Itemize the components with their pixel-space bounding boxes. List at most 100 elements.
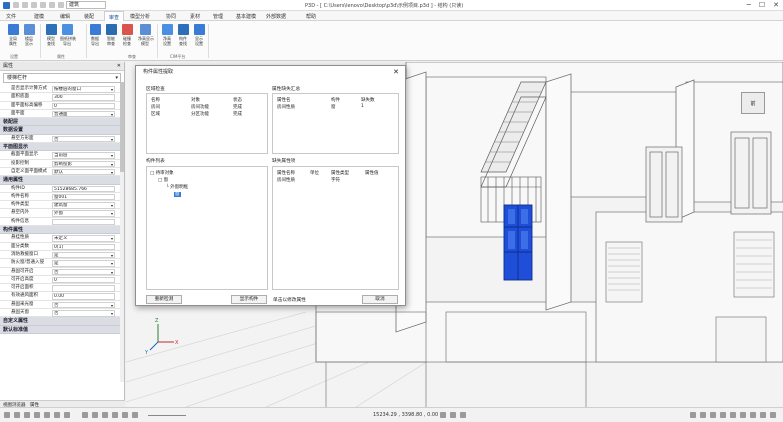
undo-icon[interactable] — [40, 2, 46, 8]
tree-leaf-selected[interactable]: 窗 — [174, 191, 181, 197]
recheck-button[interactable]: 重新检测 — [146, 295, 182, 304]
property-value-field[interactable]: 300 — [52, 94, 115, 101]
property-value-field[interactable]: 0.00 — [52, 293, 115, 300]
status-icon[interactable] — [690, 412, 696, 418]
status-icon[interactable] — [92, 412, 98, 418]
show-component-button[interactable]: 显示构件 — [231, 295, 267, 304]
table-cell[interactable]: 房间 — [151, 104, 160, 110]
minimize-button[interactable]: ─ — [747, 1, 751, 9]
property-value-field[interactable]: 0(1) — [52, 243, 115, 251]
status-icon[interactable] — [82, 412, 88, 418]
ribbon-button[interactable]: 数据 导出 — [88, 24, 102, 46]
tree-node-window[interactable]: □ 窗 — [158, 177, 168, 183]
table-cell[interactable]: 区域 — [151, 111, 160, 117]
menu-tab[interactable]: 帮助 — [306, 13, 316, 20]
ribbon-button[interactable]: 构件 查找 — [176, 24, 190, 46]
property-value-field[interactable]: 51528685.766 — [52, 185, 115, 193]
redo-icon[interactable] — [49, 2, 55, 8]
property-dropdown[interactable]: 否 — [52, 135, 115, 143]
status-icon[interactable] — [450, 412, 456, 418]
menu-tab[interactable]: 素材 — [190, 13, 200, 20]
ribbon-button[interactable]: 显示 设置 — [192, 24, 206, 46]
status-icon[interactable] — [750, 412, 756, 418]
zoom-slider[interactable] — [148, 415, 186, 416]
property-dropdown[interactable]: 否 — [52, 301, 115, 309]
status-icon[interactable] — [54, 412, 60, 418]
menu-tab[interactable]: 协同 — [166, 13, 176, 20]
property-section-header[interactable]: 自定义属性 — [0, 317, 124, 326]
status-icon[interactable] — [740, 412, 746, 418]
table-cell[interactable]: 完成 — [233, 104, 242, 110]
status-icon[interactable] — [770, 412, 776, 418]
tree-root[interactable]: □ 待审对象 — [150, 170, 174, 176]
dialog-close-icon[interactable]: ✕ — [393, 68, 399, 76]
status-icon[interactable] — [700, 412, 706, 418]
table-cell[interactable]: 字符 — [331, 177, 340, 183]
close-button[interactable]: ✕ — [773, 1, 779, 9]
table-cell[interactable]: 完成 — [233, 111, 242, 117]
status-icon[interactable] — [730, 412, 736, 418]
component-tree[interactable]: □ 待审对象 □ 窗 └ 外窗明框 窗 — [146, 166, 268, 290]
view-mode-select[interactable]: 建筑 — [66, 1, 106, 9]
save-icon[interactable] — [31, 2, 37, 8]
property-dropdown[interactable]: 是 — [52, 260, 115, 267]
property-dropdown[interactable]: 当前层 — [52, 152, 115, 159]
menu-tab[interactable]: 装配 — [84, 13, 94, 20]
ribbon-button[interactable]: 碰撞 检查 — [120, 24, 134, 46]
property-section-header[interactable]: 通用属性 — [0, 176, 124, 185]
property-section-header[interactable]: 默认标准值 — [0, 325, 124, 334]
status-icon[interactable] — [4, 412, 10, 418]
property-value-field[interactable]: 窗001 — [52, 193, 115, 201]
status-icon[interactable] — [112, 412, 118, 418]
view-cube[interactable]: 前 — [741, 92, 765, 114]
maximize-button[interactable]: ☐ — [759, 1, 765, 9]
menu-tab[interactable]: 文件 — [6, 13, 16, 20]
ribbon-button[interactable]: 全局 属性 — [6, 24, 20, 46]
status-icon[interactable] — [44, 412, 50, 418]
status-icon[interactable] — [440, 412, 446, 418]
ribbon-button[interactable]: 图纸拼装 导出 — [60, 24, 76, 46]
table-cell[interactable]: 房间性质 — [277, 104, 295, 110]
print-icon[interactable] — [58, 2, 64, 8]
ribbon-button[interactable]: 净高 设置 — [160, 24, 174, 46]
tree-node-outer-window[interactable]: └ 外窗明框 — [166, 184, 188, 190]
property-dropdown[interactable]: 普通面 — [52, 110, 115, 118]
cancel-button[interactable]: 取消 — [362, 295, 398, 304]
property-dropdown[interactable]: 剪断投影 — [52, 160, 115, 168]
menu-tab[interactable]: 外部数据 — [266, 13, 286, 20]
status-icon[interactable] — [24, 412, 30, 418]
ribbon-button[interactable]: 楼层 显示 — [22, 24, 36, 46]
ribbon-button[interactable]: 净高显示 模型 — [138, 24, 154, 46]
menu-tab[interactable]: 编辑 — [60, 13, 70, 20]
property-section-header[interactable]: 装配层 — [0, 118, 124, 127]
property-section-header[interactable]: 平面图显示 — [0, 143, 124, 152]
ribbon-button[interactable]: 模型 查找 — [44, 24, 58, 46]
table-cell[interactable]: 分区功能 — [191, 111, 209, 117]
table-cell[interactable]: 房间性质 — [277, 177, 295, 183]
menu-tab[interactable]: 建模 — [34, 13, 44, 20]
menu-tab[interactable]: 基本建模 — [236, 13, 256, 20]
menu-tab[interactable]: 模型分析 — [130, 13, 150, 20]
property-value-field[interactable]: 0 — [52, 102, 115, 110]
status-icon[interactable] — [14, 412, 20, 418]
property-dropdown[interactable]: 否 — [52, 310, 115, 317]
table-cell[interactable]: 1 — [361, 104, 364, 109]
menu-tab[interactable]: 审查 — [104, 11, 125, 21]
status-icon[interactable] — [760, 412, 766, 418]
property-dropdown[interactable]: 外窗 — [52, 210, 115, 217]
property-dropdown[interactable]: 未定义 — [52, 235, 115, 242]
status-icon[interactable] — [102, 412, 108, 418]
property-section-header[interactable]: 构件属性 — [0, 226, 124, 235]
property-dropdown[interactable]: 否 — [52, 268, 115, 276]
property-section-header[interactable]: 数据设置 — [0, 126, 124, 135]
status-icon[interactable] — [710, 412, 716, 418]
open-icon[interactable] — [22, 2, 28, 8]
property-dropdown[interactable]: 默认 — [52, 168, 115, 176]
status-icon[interactable] — [122, 412, 128, 418]
close-icon[interactable]: ✕ — [117, 62, 121, 71]
new-icon[interactable] — [13, 2, 19, 8]
status-icon[interactable] — [132, 412, 138, 418]
menu-tab[interactable]: 管理 — [213, 13, 223, 20]
status-icon[interactable] — [64, 412, 70, 418]
property-dropdown[interactable]: 按楼层的窗口 — [52, 86, 115, 93]
